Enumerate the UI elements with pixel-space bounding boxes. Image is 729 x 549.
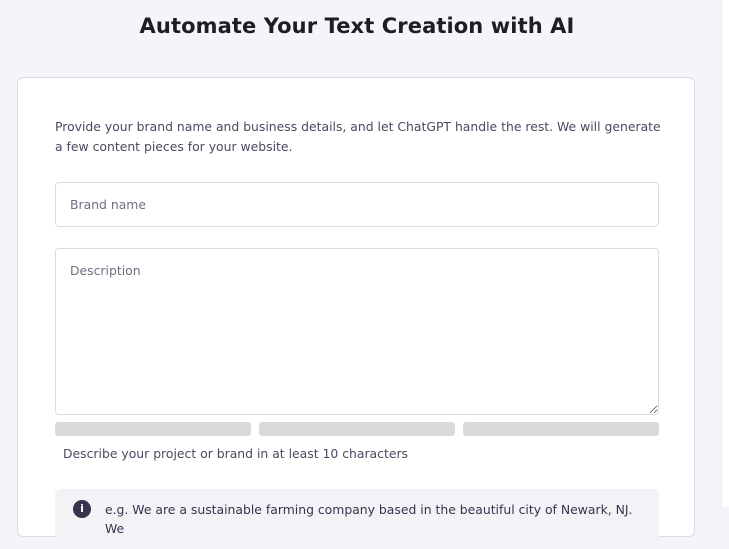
intro-text: Provide your brand name and business det…	[55, 119, 661, 154]
example-hint-text: e.g. We are a sustainable farming compan…	[105, 502, 633, 536]
page-right-edge	[721, 0, 729, 507]
length-meter-segment	[463, 422, 659, 436]
generator-card: Provide your brand name and business det…	[17, 77, 695, 549]
page-title: Automate Your Text Creation with AI	[139, 14, 575, 38]
length-meter-segment	[259, 422, 455, 436]
description-helper-text: Describe your project or brand in at lea…	[63, 446, 408, 461]
example-hint-box: i e.g. We are a sustainable farming comp…	[55, 489, 659, 549]
info-icon: i	[73, 500, 91, 518]
description-length-meter	[55, 422, 659, 436]
length-meter-segment	[55, 422, 251, 436]
brand-name-input[interactable]	[55, 182, 659, 227]
description-textarea[interactable]	[55, 248, 659, 415]
